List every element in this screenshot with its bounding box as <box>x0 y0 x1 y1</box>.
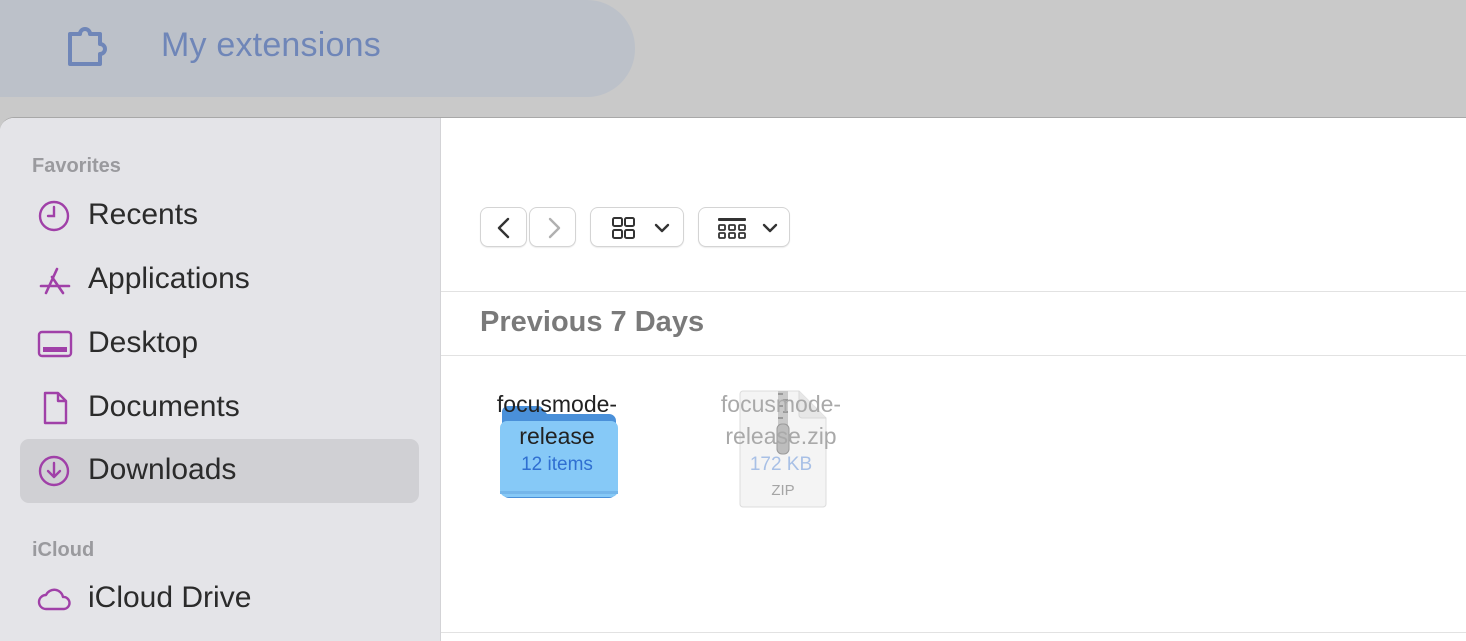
favorites-section-label: Favorites <box>32 155 121 177</box>
sidebar-item-label: Downloads <box>88 453 237 486</box>
sidebar-item-label: Desktop <box>88 326 199 359</box>
group-grid-icon <box>718 218 746 239</box>
sidebar-item-documents[interactable]: Documents <box>20 376 419 440</box>
page-title: My extensions <box>161 26 381 64</box>
sidebar-item-applications[interactable]: Applications <box>20 248 419 312</box>
sidebar-item-label: iCloud Drive <box>88 581 252 614</box>
sidebar-item-downloads[interactable]: Downloads <box>20 439 419 503</box>
sidebar-item-label: Recents <box>88 198 199 231</box>
document-icon <box>43 391 68 425</box>
extensions-header[interactable]: My extensions <box>0 0 635 97</box>
clock-icon <box>38 200 70 232</box>
file-name-line2: release <box>519 423 595 449</box>
applications-icon <box>39 267 71 295</box>
group-divider <box>441 355 1466 356</box>
file-name-line1: focusmode- <box>496 391 618 417</box>
sidebar-item-desktop[interactable]: Desktop <box>20 312 419 376</box>
group-header: Previous 7 Days <box>480 306 705 338</box>
sidebar-item-label: Applications <box>88 262 250 295</box>
back-button[interactable] <box>480 207 527 247</box>
chevron-down-icon <box>762 223 778 233</box>
sidebar-item-label: Documents <box>88 390 240 423</box>
sidebar: Favorites Recents Applications Desktop D… <box>0 118 441 641</box>
forward-button[interactable] <box>529 207 576 247</box>
content-bottom-divider <box>441 632 1466 633</box>
file-label-zip: focusmode- release.zip 172 KB <box>691 388 871 476</box>
icloud-section-label: iCloud <box>32 539 95 561</box>
group-by-button[interactable] <box>698 207 790 247</box>
forward-chevron-icon <box>548 217 561 239</box>
download-icon <box>38 455 70 487</box>
chevron-down-icon <box>654 223 670 233</box>
icon-grid-icon <box>612 217 635 239</box>
file-name-line1: focusmode- <box>720 391 842 417</box>
toolbar-divider <box>441 291 1466 292</box>
back-chevron-icon <box>497 217 510 239</box>
file-label-folder: focusmode- release 12 items <box>467 388 647 476</box>
file-browser: Previous 7 Days focusmode- release 12 it… <box>441 118 1466 641</box>
file-meta: 12 items <box>521 454 593 475</box>
zip-badge: ZIP <box>771 482 794 499</box>
file-meta: 172 KB <box>749 454 813 475</box>
cloud-icon <box>37 588 71 611</box>
file-name-line2: release.zip <box>725 423 837 449</box>
puzzle-piece-icon <box>68 27 107 66</box>
sidebar-item-recents[interactable]: Recents <box>20 184 419 248</box>
sidebar-item-icloud-drive[interactable]: iCloud Drive <box>20 567 419 631</box>
file-open-dialog: Favorites Recents Applications Desktop D… <box>0 117 1466 641</box>
view-mode-button[interactable] <box>590 207 684 247</box>
desktop-icon <box>37 330 73 358</box>
